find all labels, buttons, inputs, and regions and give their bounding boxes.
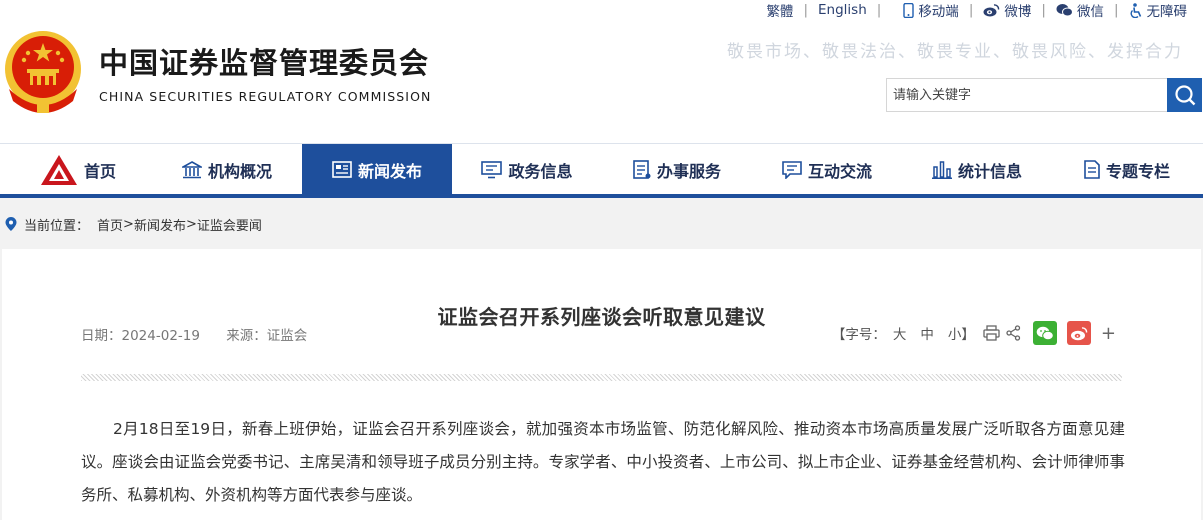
nav-home-label: 首页 bbox=[83, 161, 116, 181]
chat-icon bbox=[782, 160, 802, 179]
font-size-large[interactable]: 大 bbox=[893, 323, 907, 343]
nav-interact[interactable]: 互动交流 bbox=[752, 144, 902, 195]
site-name-cn: 中国证券监督管理委员会 bbox=[99, 46, 430, 80]
site-slogan: 敬畏市场、敬畏法治、敬畏专业、敬畏风险、发挥合力 bbox=[727, 42, 1183, 62]
nav-stats-label: 统计信息 bbox=[957, 161, 1022, 181]
print-icon bbox=[983, 325, 1000, 341]
wechat-icon bbox=[1056, 4, 1073, 17]
breadcrumb-separator: > bbox=[185, 216, 197, 232]
nav-news-label: 新闻发布 bbox=[357, 161, 422, 181]
search-button[interactable] bbox=[1167, 78, 1202, 112]
article-source: 来源：证监会 bbox=[226, 328, 308, 344]
article-tools: 【字号： 大 中 小】 + bbox=[832, 321, 1116, 345]
font-size-medium[interactable]: 中 bbox=[920, 323, 934, 343]
mobile-link[interactable]: 移动端 bbox=[903, 0, 959, 20]
nav-org-label: 机构概况 bbox=[207, 161, 272, 181]
nav-service[interactable]: 办事服务 bbox=[602, 144, 752, 195]
weibo-link[interactable]: 微博 bbox=[983, 0, 1031, 20]
nav-gov-label: 政务信息 bbox=[508, 161, 573, 181]
main-nav: 首页 机构概况 新闻发布 政务信息 办事服务 互动交流 统计信息 专题专栏 bbox=[0, 143, 1203, 198]
share-button[interactable] bbox=[1006, 325, 1021, 341]
wechat-link[interactable]: 微信 bbox=[1056, 0, 1104, 20]
building-icon bbox=[181, 160, 202, 178]
separator: | bbox=[1113, 2, 1119, 18]
wechat-share-button[interactable] bbox=[1032, 321, 1057, 345]
weibo-share-button[interactable] bbox=[1066, 321, 1091, 345]
english-link[interactable]: English bbox=[818, 2, 867, 18]
wechat-share-icon bbox=[1032, 321, 1057, 345]
site-header: 中国证券监督管理委员会 CHINA SECURITIES REGULATORY … bbox=[0, 0, 1203, 143]
weibo-label: 微博 bbox=[1004, 4, 1032, 20]
font-size-label: 【字号： bbox=[831, 327, 886, 343]
separator: | bbox=[1041, 2, 1046, 18]
nav-topics-label: 专题专栏 bbox=[1105, 161, 1170, 181]
top-links: 繁體 | English | 移动端 | 微博 | 微信 | 无障碍 bbox=[766, 0, 1187, 20]
article-divider bbox=[81, 374, 1122, 381]
font-size-small[interactable]: 小】 bbox=[948, 323, 975, 343]
separator: | bbox=[876, 2, 882, 18]
article-date: 日期：2024-02-19 bbox=[81, 328, 200, 344]
weibo-share-icon bbox=[1066, 321, 1091, 345]
separator: | bbox=[803, 2, 808, 18]
nav-news[interactable]: 新闻发布 bbox=[302, 144, 452, 195]
share-icon bbox=[1006, 325, 1021, 341]
search-icon bbox=[1174, 85, 1195, 106]
monitor-icon bbox=[481, 160, 503, 178]
accessibility-icon bbox=[1129, 2, 1141, 18]
newspaper-icon bbox=[332, 161, 352, 178]
nav-service-label: 办事服务 bbox=[656, 161, 721, 181]
nav-stats[interactable]: 统计信息 bbox=[902, 144, 1052, 195]
national-emblem-icon[interactable] bbox=[3, 29, 83, 115]
site-name-en: CHINA SECURITIES REGULATORY COMMISSION bbox=[99, 89, 432, 104]
nav-org[interactable]: 机构概况 bbox=[152, 144, 302, 195]
bar-chart-icon bbox=[931, 160, 952, 179]
breadcrumb-news[interactable]: 新闻发布 bbox=[134, 215, 186, 234]
breadcrumb: 当前位置： 首页 > 新闻发布 > 证监会要闻 bbox=[0, 205, 1203, 243]
location-pin-icon bbox=[5, 217, 17, 231]
article-meta: 日期：2024-02-19 来源：证监会 bbox=[81, 324, 307, 344]
separator: | bbox=[968, 2, 974, 18]
nav-home[interactable]: 首页 bbox=[3, 144, 153, 195]
accessibility-link[interactable]: 无障碍 bbox=[1129, 0, 1188, 20]
accessibility-label: 无障碍 bbox=[1146, 4, 1188, 20]
mobile-label: 移动端 bbox=[918, 4, 959, 20]
search-input[interactable] bbox=[886, 78, 1168, 112]
article-paragraph: 2月18日至19日，新春上班伊始，证监会召开系列座谈会，就加强资本市场监管、防范… bbox=[81, 420, 1125, 504]
breadcrumb-separator: > bbox=[123, 216, 134, 232]
nav-gov[interactable]: 政务信息 bbox=[452, 144, 602, 195]
breadcrumb-label: 当前位置： bbox=[24, 218, 90, 234]
wechat-label: 微信 bbox=[1076, 4, 1104, 20]
traditional-link[interactable]: 繁體 bbox=[766, 0, 793, 20]
print-button[interactable] bbox=[983, 325, 1000, 341]
breadcrumb-current[interactable]: 证监会要闻 bbox=[197, 215, 262, 234]
list-icon bbox=[633, 160, 651, 179]
search-box bbox=[886, 78, 1202, 112]
breadcrumb-home[interactable]: 首页 bbox=[97, 215, 123, 234]
nav-interact-label: 互动交流 bbox=[807, 161, 872, 181]
weibo-icon bbox=[983, 4, 1000, 17]
home-logo-icon bbox=[40, 154, 77, 185]
mobile-icon bbox=[903, 2, 915, 18]
nav-topics[interactable]: 专题专栏 bbox=[1052, 144, 1202, 195]
more-share-button[interactable]: + bbox=[1101, 323, 1116, 344]
document-icon bbox=[1084, 160, 1100, 179]
article-container: 证监会召开系列座谈会听取意见建议 日期：2024-02-19 来源：证监会 【字… bbox=[2, 249, 1201, 520]
